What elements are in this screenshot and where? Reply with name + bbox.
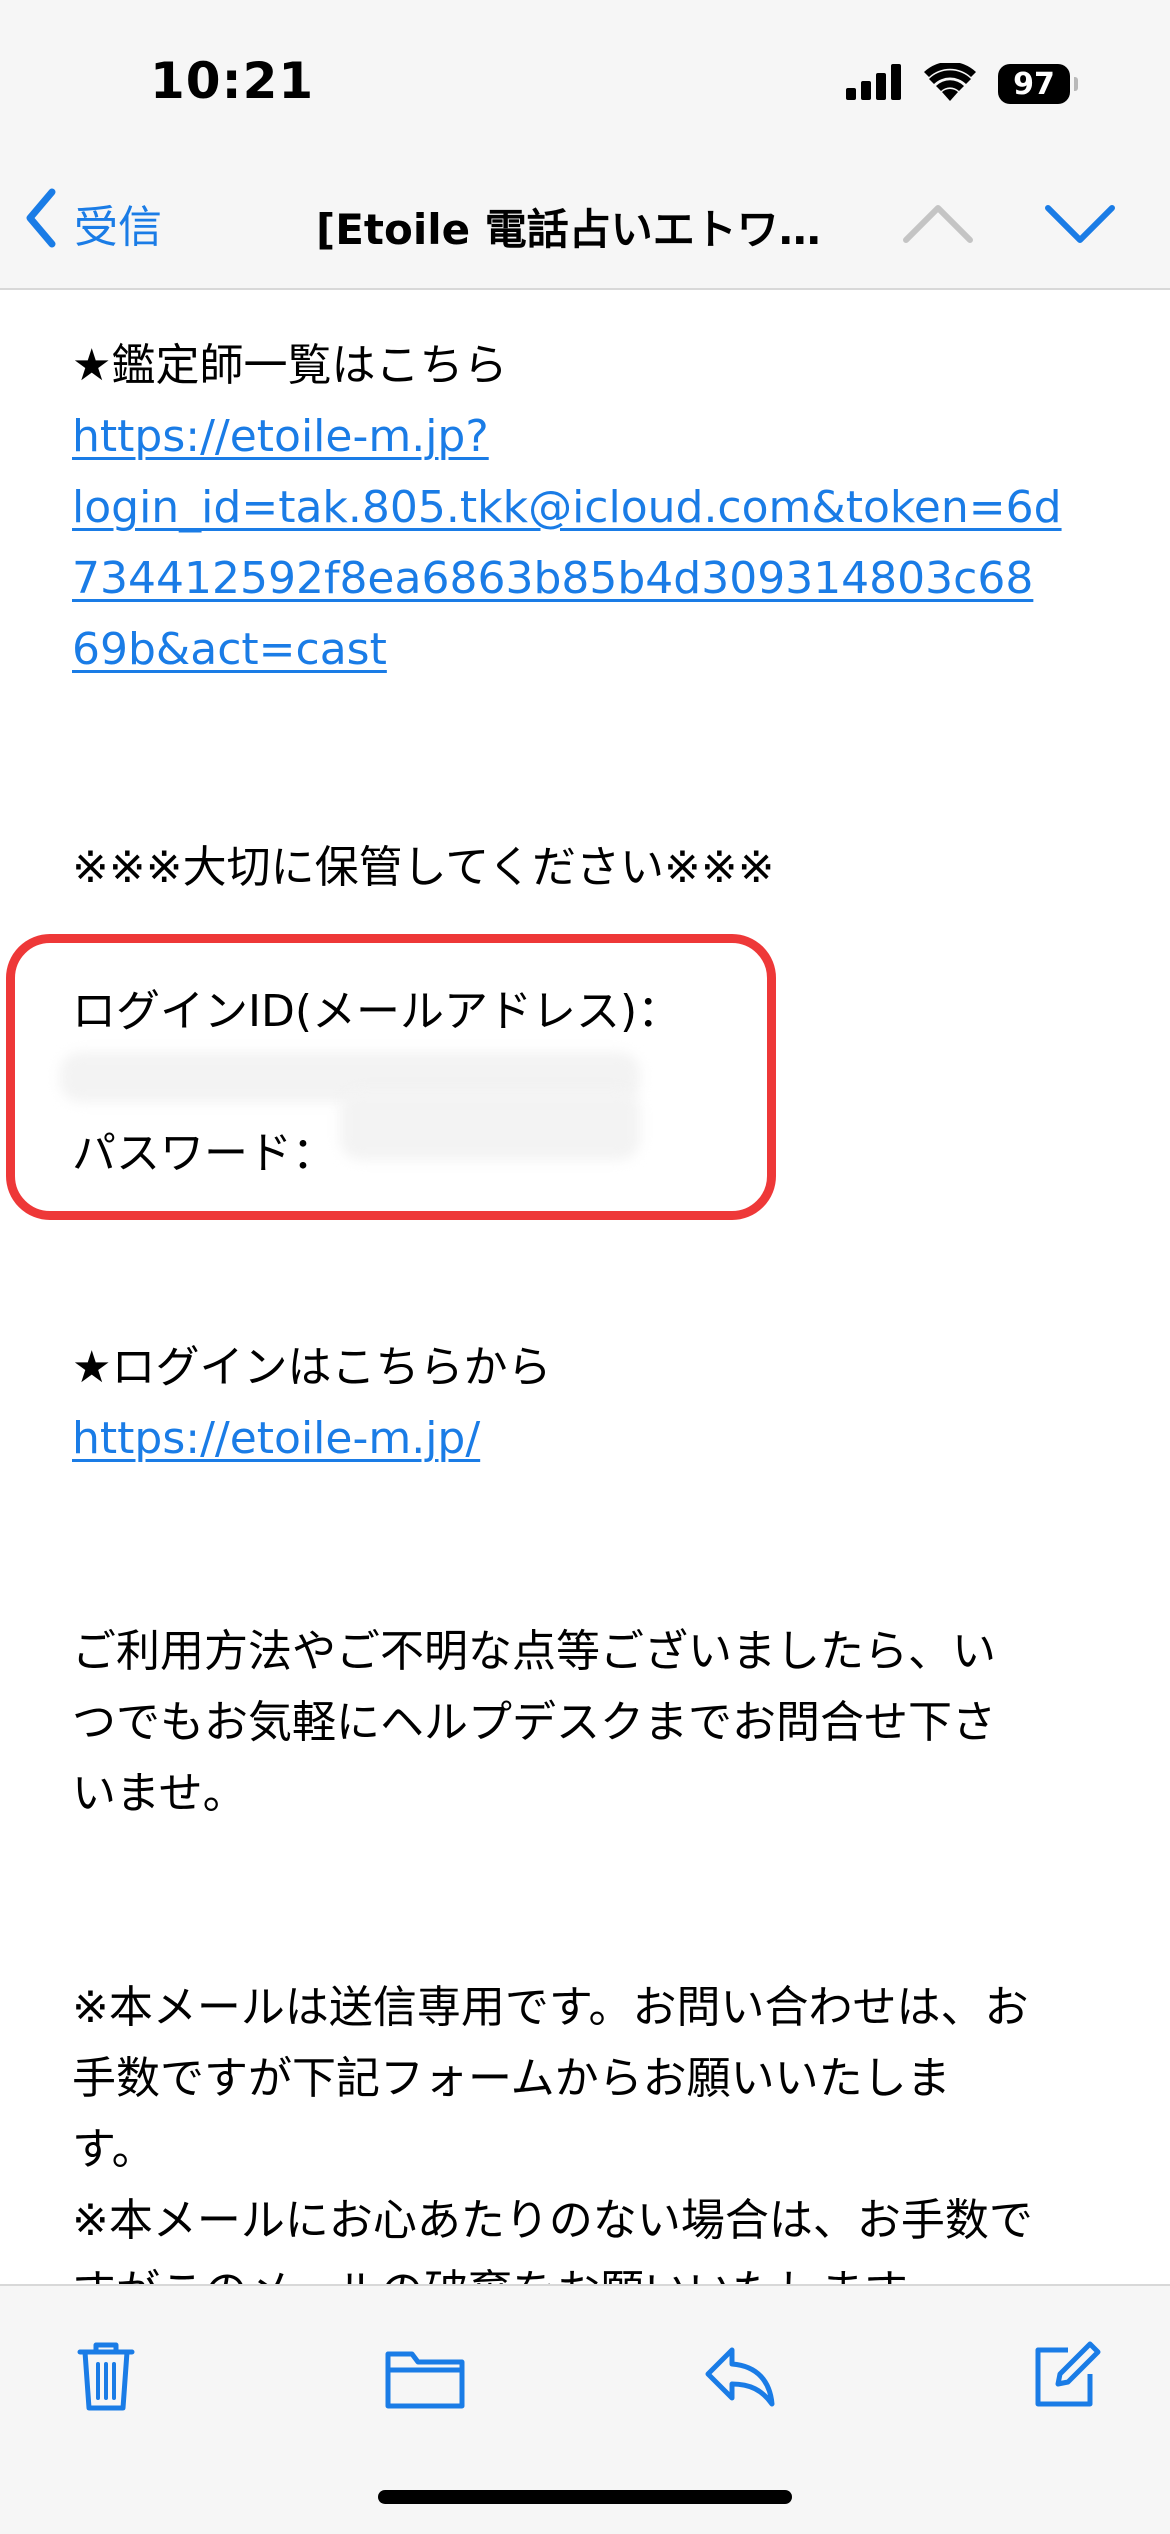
battery-icon: 97 [998,64,1078,104]
compose-button[interactable] [1024,2336,1104,2416]
chevron-left-icon [24,188,58,259]
notice-line: す。 [72,2124,156,2175]
redacted-password [340,1090,640,1160]
back-button[interactable]: 受信 [24,188,162,258]
chevron-down-icon [1045,205,1115,243]
notice-line: 手数ですが下記フォームからお願いいたしま [72,2053,951,2104]
counselor-link-line: login_id=tak.805.tkk@icloud.com&token=6d [72,482,1062,533]
signal-icon [846,64,902,104]
counselor-link[interactable]: https://etoile-m.jp? login_id=tak.805.tk… [72,401,1112,685]
next-message-button[interactable] [1040,194,1120,254]
status-icons: 97 [846,61,1078,106]
counselor-link-line: 734412592f8ea6863b85b4d309314803c68 [72,553,1034,604]
nav-bar: 受信 [Etoile 電話占いエトワ… [0,160,1170,290]
notice-line: ※本メールは送信専用です。お問い合わせは、お [72,1982,1029,2033]
move-to-folder-button[interactable] [382,2336,468,2416]
help-line: つでもお気軽にヘルプデスクまでお問合せ下さ [72,1697,996,1748]
status-bar: 10:21 97 [0,0,1170,160]
chevron-up-icon [903,205,973,243]
help-line: ご利用方法やご不明な点等ございましたら、い [72,1626,996,1677]
counselor-link-line: https://etoile-m.jp? [72,411,489,462]
wifi-icon [924,61,976,105]
counselor-link-line: 69b&act=cast [72,624,387,675]
folder-icon [385,2351,465,2409]
notice-section: ※本メールは送信専用です。お問い合わせは、お 手数ですが下記フォームからお願いい… [72,1972,1112,2327]
notice-line: ※本メールにお心あたりのない場合は、お手数で [72,2195,1033,2246]
trash-icon [77,2342,135,2411]
login-link[interactable]: https://etoile-m.jp/ [72,1403,1112,1474]
counselor-section: ★鑑定師一覧はこちら https://etoile-m.jp? login_id… [72,330,1112,685]
login-heading: ★ログインはこちらから [72,1342,552,1393]
help-line: いませ。 [72,1768,247,1819]
counselor-heading: ★鑑定師一覧はこちら [72,340,508,391]
back-label: 受信 [74,202,162,253]
compose-icon [1035,2341,1101,2407]
keep-notice: ※※※大切に保管してください※※※ [72,842,775,893]
trash-button[interactable] [66,2336,146,2416]
previous-message-button[interactable] [898,194,978,254]
status-time: 10:21 [150,52,315,110]
reply-button[interactable] [700,2336,780,2416]
reply-icon [705,2347,775,2407]
email-subject-title: [Etoile 電話占いエトワ… [316,205,821,254]
login-section: ★ログインはこちらから https://etoile-m.jp/ [72,1332,1112,1474]
login-id-label: ログインID(メールアドレス)： [72,986,682,1037]
battery-level: 97 [1013,66,1055,102]
help-section: ご利用方法やご不明な点等ございましたら、い つでもお気軽にヘルプデスクまでお問合… [72,1616,1112,1829]
home-indicator[interactable] [378,2490,792,2504]
